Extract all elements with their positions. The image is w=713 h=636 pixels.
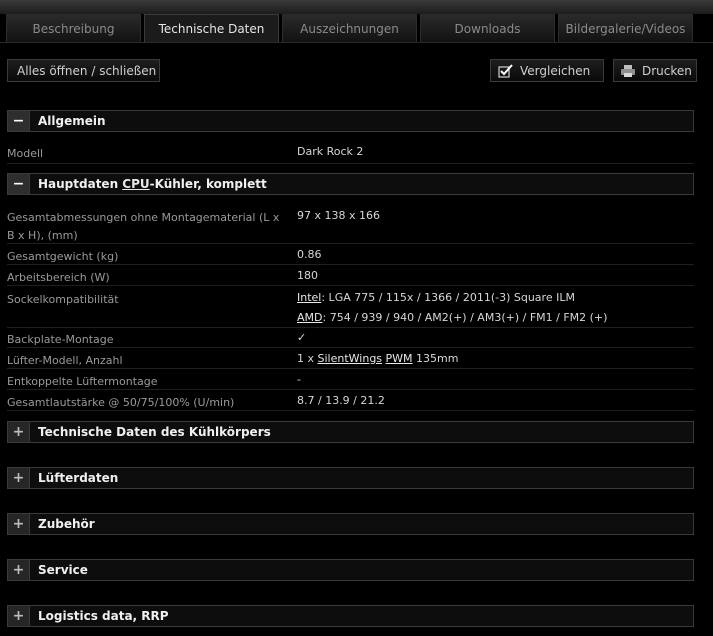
table-row: Entkoppelte Lüftermontage - — [7, 370, 694, 390]
tab-beschreibung[interactable]: Beschreibung — [6, 14, 141, 42]
section-title: Technische Daten des Kühlkörpers — [38, 425, 271, 439]
table-row: Gesamtabmessungen ohne Montagematerial (… — [7, 206, 694, 244]
table-row: Arbeitsbereich (W) 180 — [7, 266, 694, 286]
amd-value: : 754 / 939 / 940 / AM2(+) / AM3(+) / FM… — [322, 311, 608, 324]
row-label-line1: Gesamtabmessungen ohne Montagematerial (… — [7, 211, 280, 224]
intel-link[interactable]: Intel — [297, 291, 321, 304]
cpu-abbr-link[interactable]: CPU — [122, 177, 149, 191]
section-service[interactable]: + Service — [7, 559, 694, 581]
top-strip — [0, 0, 713, 14]
section-title-post: -Kühler, komplett — [149, 177, 267, 191]
row-label: Backplate-Montage — [7, 333, 114, 346]
compare-button[interactable]: Vergleichen — [490, 59, 604, 82]
section-title: Lüfterdaten — [38, 471, 119, 485]
tab-technische-daten[interactable]: Technische Daten — [144, 14, 279, 42]
expand-icon[interactable]: + — [8, 514, 30, 534]
checkmark-icon: ✓ — [297, 331, 307, 344]
printer-icon — [620, 64, 636, 78]
section-title: Logistics data, RRP — [38, 609, 169, 623]
toggle-all-label: Alles öffnen / schließen — [17, 63, 157, 78]
print-label: Drucken — [642, 63, 692, 78]
row-label: Gesamtlautstärke @ 50/75/100% (U/min) — [7, 396, 235, 409]
section-title: Allgemein — [38, 114, 106, 128]
table-row: Lüfter-Modell, Anzahl 1 x SilentWings PW… — [7, 349, 694, 369]
collapse-icon[interactable]: − — [8, 174, 30, 194]
expand-icon[interactable]: + — [8, 606, 30, 626]
fan-value-post: 135mm — [412, 352, 459, 365]
toggle-all-button[interactable]: Alles öffnen / schließen — [7, 59, 160, 82]
amd-link[interactable]: AMD — [297, 311, 323, 324]
row-value: 180 — [297, 269, 318, 282]
table-row: Backplate-Montage ✓ — [7, 328, 694, 348]
row-label: Entkoppelte Lüftermontage — [7, 375, 158, 388]
row-value: Intel: LGA 775 / 115x / 1366 / 2011(-3) … — [297, 291, 607, 325]
row-label-line2: B x H), (mm) — [7, 229, 78, 242]
tab-bar: Beschreibung Technische Daten Auszeichnu… — [6, 14, 713, 42]
row-value: - — [297, 373, 301, 386]
expand-icon[interactable]: + — [8, 422, 30, 442]
tab-downloads[interactable]: Downloads — [420, 14, 555, 42]
section-hauptdaten[interactable]: − Hauptdaten CPU-Kühler, komplett — [7, 173, 694, 195]
table-row: Gesamtgewicht (kg) 0.86 — [7, 245, 694, 265]
fan-value-pre: 1 x — [297, 352, 318, 365]
table-row: Modell Dark Rock 2 — [7, 142, 694, 164]
section-title: Service — [38, 563, 88, 577]
compare-label: Vergleichen — [520, 63, 591, 78]
row-label: Arbeitsbereich (W) — [7, 271, 110, 284]
row-value: 97 x 138 x 166 — [297, 209, 380, 222]
section-logistics[interactable]: + Logistics data, RRP — [7, 605, 694, 627]
collapse-icon[interactable]: − — [8, 111, 30, 131]
row-label: Sockelkompatibilität — [7, 293, 119, 306]
section-title-pre: Hauptdaten — [38, 177, 123, 191]
row-label: Gesamtgewicht (kg) — [7, 250, 119, 263]
expand-icon[interactable]: + — [8, 560, 30, 580]
row-value: Dark Rock 2 — [297, 145, 364, 158]
tab-auszeichnungen[interactable]: Auszeichnungen — [282, 14, 417, 42]
pwm-link[interactable]: PWM — [386, 352, 413, 365]
row-value: 8.7 / 13.9 / 21.2 — [297, 394, 385, 407]
row-label: Modell — [7, 147, 44, 160]
section-title: Zubehör — [38, 517, 95, 531]
row-value: 1 x SilentWings PWM 135mm — [297, 352, 459, 366]
print-button[interactable]: Drucken — [613, 59, 697, 82]
silentwings-link[interactable]: SilentWings — [318, 352, 383, 365]
checkbox-checked-icon — [498, 63, 514, 78]
section-zubehoer[interactable]: + Zubehör — [7, 513, 694, 535]
row-label: Lüfter-Modell, Anzahl — [7, 354, 123, 367]
section-kuehlkoerper[interactable]: + Technische Daten des Kühlkörpers — [7, 421, 694, 443]
expand-icon[interactable]: + — [8, 468, 30, 488]
row-value: 0.86 — [297, 248, 322, 261]
table-row: Gesamtlautstärke @ 50/75/100% (U/min) 8.… — [7, 391, 694, 411]
table-row: Sockelkompatibilität Intel: LGA 775 / 11… — [7, 288, 694, 328]
intel-value: : LGA 775 / 115x / 1366 / 2011(-3) Squar… — [321, 291, 575, 304]
tab-divider — [0, 42, 713, 43]
section-title: Hauptdaten CPU-Kühler, komplett — [38, 177, 267, 191]
section-allgemein[interactable]: − Allgemein — [7, 110, 694, 132]
row-label: Gesamtabmessungen ohne Montagematerial (… — [7, 209, 292, 245]
tab-bildergalerie-videos[interactable]: Bildergalerie/Videos — [558, 14, 693, 42]
section-luefterdaten[interactable]: + Lüfterdaten — [7, 467, 694, 489]
